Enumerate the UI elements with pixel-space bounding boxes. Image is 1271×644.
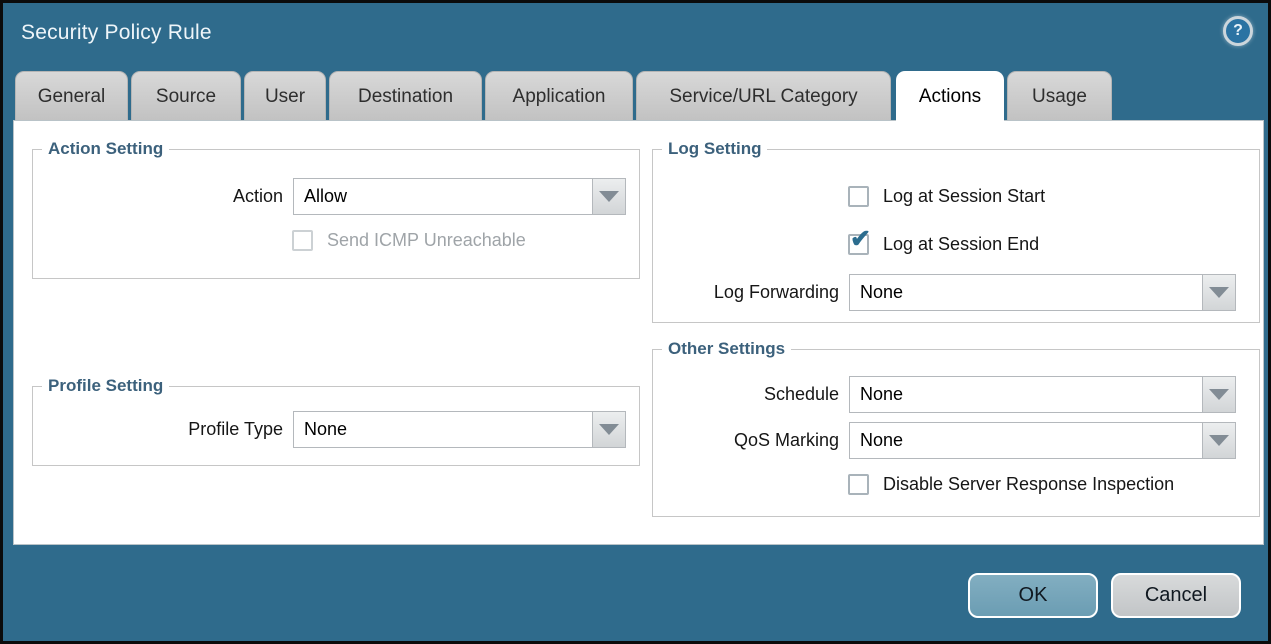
ok-button[interactable]: OK xyxy=(968,573,1098,618)
send-icmp-row: Send ICMP Unreachable xyxy=(292,230,526,251)
action-dropdown-value[interactable]: Allow xyxy=(293,178,593,215)
action-setting-legend: Action Setting xyxy=(42,139,169,159)
log-session-start-checkbox[interactable] xyxy=(848,186,869,207)
tab-usage[interactable]: Usage xyxy=(1007,71,1112,120)
chevron-down-icon xyxy=(599,424,619,435)
log-session-end-checkbox[interactable]: ✔ xyxy=(848,234,869,255)
send-icmp-checkbox xyxy=(292,230,313,251)
qos-marking-row: QoS Marking None xyxy=(653,422,1236,459)
dsri-checkbox[interactable] xyxy=(848,474,869,495)
log-session-end-label: Log at Session End xyxy=(883,234,1039,255)
send-icmp-label: Send ICMP Unreachable xyxy=(327,230,526,251)
action-dropdown[interactable]: Allow xyxy=(293,178,626,215)
tab-user[interactable]: User xyxy=(244,71,326,120)
schedule-dropdown[interactable]: None xyxy=(849,376,1236,413)
help-icon[interactable]: ? xyxy=(1223,16,1253,46)
log-forwarding-dropdown-value[interactable]: None xyxy=(849,274,1203,311)
profile-type-dropdown[interactable]: None xyxy=(293,411,626,448)
dsri-row: Disable Server Response Inspection xyxy=(848,474,1174,495)
cancel-button[interactable]: Cancel xyxy=(1111,573,1241,618)
tab-actions[interactable]: Actions xyxy=(896,71,1004,123)
security-policy-rule-dialog: Security Policy Rule ? General Source Us… xyxy=(0,0,1271,644)
profile-type-row: Profile Type None xyxy=(43,411,626,448)
schedule-row: Schedule None xyxy=(653,376,1236,413)
chevron-down-icon xyxy=(1209,389,1229,400)
qos-marking-dropdown-button[interactable] xyxy=(1202,422,1236,459)
checkmark-icon: ✔ xyxy=(850,227,871,252)
actions-tab-panel: Action Setting Action Allow Send ICMP Un… xyxy=(13,120,1264,545)
tab-destination[interactable]: Destination xyxy=(329,71,482,120)
log-forwarding-row: Log Forwarding None xyxy=(653,274,1236,311)
chevron-down-icon xyxy=(1209,287,1229,298)
log-setting-legend: Log Setting xyxy=(662,139,767,159)
profile-type-dropdown-value[interactable]: None xyxy=(293,411,593,448)
qos-marking-label: QoS Marking xyxy=(653,430,839,451)
schedule-dropdown-button[interactable] xyxy=(1202,376,1236,413)
tab-source[interactable]: Source xyxy=(131,71,241,120)
schedule-label: Schedule xyxy=(653,384,839,405)
log-session-start-label: Log at Session Start xyxy=(883,186,1045,207)
action-dropdown-button[interactable] xyxy=(592,178,626,215)
qos-marking-dropdown-value[interactable]: None xyxy=(849,422,1203,459)
log-setting-group: Log Setting Log at Session Start ✔ Log a… xyxy=(652,149,1260,323)
log-session-end-row: ✔ Log at Session End xyxy=(848,234,1039,255)
other-settings-legend: Other Settings xyxy=(662,339,791,359)
dsri-label: Disable Server Response Inspection xyxy=(883,474,1174,495)
other-settings-group: Other Settings Schedule None QoS Marking… xyxy=(652,349,1260,517)
profile-setting-group: Profile Setting Profile Type None xyxy=(32,386,640,466)
schedule-dropdown-value[interactable]: None xyxy=(849,376,1203,413)
help-question-glyph: ? xyxy=(1233,22,1243,40)
action-setting-group: Action Setting Action Allow Send ICMP Un… xyxy=(32,149,640,279)
chevron-down-icon xyxy=(599,191,619,202)
profile-type-label: Profile Type xyxy=(43,419,283,440)
profile-type-dropdown-button[interactable] xyxy=(592,411,626,448)
tab-application[interactable]: Application xyxy=(485,71,633,120)
log-forwarding-label: Log Forwarding xyxy=(653,282,839,303)
action-label: Action xyxy=(43,186,283,207)
dialog-title: Security Policy Rule xyxy=(21,21,212,45)
qos-marking-dropdown[interactable]: None xyxy=(849,422,1236,459)
profile-setting-legend: Profile Setting xyxy=(42,376,169,396)
chevron-down-icon xyxy=(1209,435,1229,446)
tab-service-url-category[interactable]: Service/URL Category xyxy=(636,71,891,120)
log-session-start-row: Log at Session Start xyxy=(848,186,1045,207)
tab-bar: General Source User Destination Applicat… xyxy=(15,71,1112,120)
log-forwarding-dropdown[interactable]: None xyxy=(849,274,1236,311)
action-row: Action Allow xyxy=(43,178,626,215)
tab-general[interactable]: General xyxy=(15,71,128,120)
log-forwarding-dropdown-button[interactable] xyxy=(1202,274,1236,311)
